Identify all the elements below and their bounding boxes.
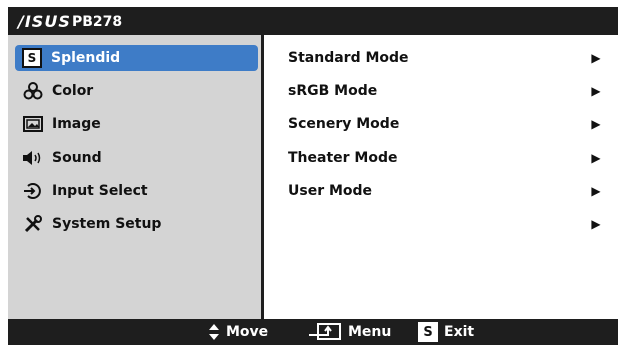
- input-select-icon: [22, 180, 44, 202]
- arrow-right-icon: ▶: [591, 217, 601, 231]
- menu-item-system-setup[interactable]: System Setup: [16, 211, 256, 237]
- menu-item-input-select[interactable]: Input Select: [16, 178, 256, 204]
- arrow-right-icon: ▶: [591, 184, 601, 198]
- menu-item-splendid[interactable]: S Splendid: [15, 45, 258, 71]
- osd-window: /ISUS PB278 S Splendid Color Image Sound: [8, 7, 618, 345]
- menu-label: Menu: [348, 324, 392, 340]
- exit-s-icon: S: [418, 322, 438, 342]
- arrow-right-icon: ▶: [591, 117, 601, 131]
- menu-item-label: Sound: [52, 150, 102, 166]
- move-label: Move: [226, 324, 269, 340]
- arrow-right-icon: ▶: [591, 84, 601, 98]
- menu-item-label: Color: [52, 83, 94, 99]
- submenu-item-theater-mode[interactable]: Theater Mode ▶: [288, 145, 618, 171]
- submenu-item-srgb-mode[interactable]: sRGB Mode ▶: [288, 78, 618, 104]
- splendid-s-icon: S: [21, 47, 43, 69]
- menu-item-label: Image: [52, 116, 101, 132]
- submenu-item-scenery-mode[interactable]: Scenery Mode ▶: [288, 111, 618, 137]
- asus-logo: /ISUS: [18, 12, 71, 31]
- menu-item-image[interactable]: Image: [16, 111, 256, 137]
- exit-label: Exit: [444, 324, 475, 340]
- color-icon: [22, 80, 44, 102]
- image-icon: [22, 113, 44, 135]
- move-hint[interactable]: Move: [208, 319, 268, 345]
- submenu-item-standard-mode[interactable]: Standard Mode ▶: [288, 45, 618, 71]
- wrench-screwdriver-icon: [22, 213, 44, 235]
- menu-item-sound[interactable]: Sound: [16, 145, 256, 171]
- menu-hint[interactable]: Menu: [308, 319, 391, 345]
- menu-item-label: System Setup: [52, 216, 162, 232]
- arrow-right-icon: ▶: [591, 51, 601, 65]
- submenu-item-empty[interactable]: ▶: [288, 211, 618, 237]
- submenu-panel: Standard Mode ▶ sRGB Mode ▶ Scenery Mode ▶ …: [264, 35, 618, 319]
- arrow-right-icon: ▶: [591, 151, 601, 165]
- exit-hint[interactable]: S Exit: [418, 319, 474, 345]
- submenu-item-user-mode[interactable]: User Mode ▶: [288, 178, 618, 204]
- main-menu: S Splendid Color Image Sound Input Selec…: [8, 35, 261, 319]
- up-down-arrow-icon: [208, 323, 220, 341]
- menu-enter-icon: [308, 323, 342, 341]
- bottom-bar: Move Menu S Exit: [8, 319, 618, 345]
- speaker-icon: [22, 147, 44, 169]
- model-name: PB278: [72, 14, 123, 30]
- menu-item-label: Splendid: [51, 50, 121, 66]
- menu-item-label: Input Select: [52, 183, 148, 199]
- menu-item-color[interactable]: Color: [16, 78, 256, 104]
- title-bar: /ISUS PB278: [8, 7, 618, 35]
